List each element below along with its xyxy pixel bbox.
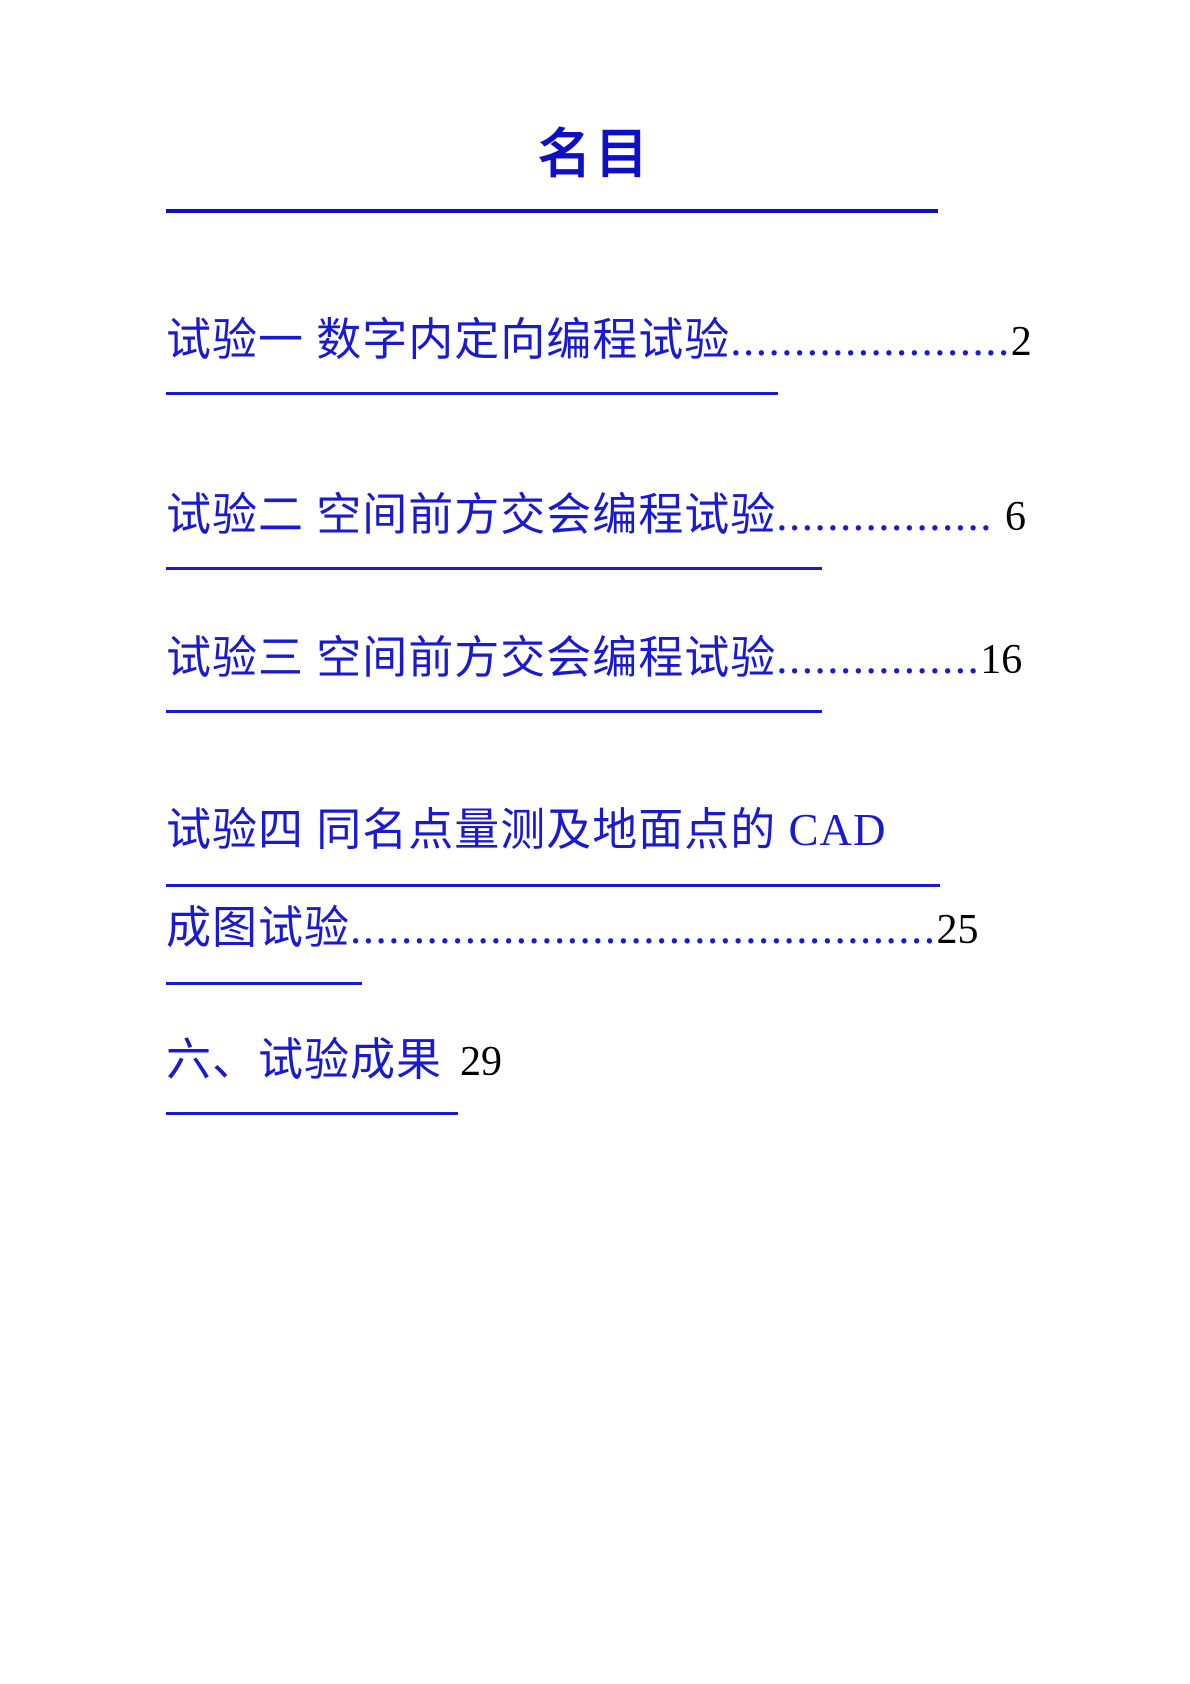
toc-entry-3-leader: ................ (776, 633, 981, 683)
toc-entry-5-label: 六、试验成果 (166, 1035, 443, 1085)
toc-entry-4[interactable]: 试验四 同名点量测及地面点的 CAD 成图试验.................… (166, 800, 1090, 985)
toc-entry-4-page: 25 (936, 907, 979, 953)
toc-entry-1-leader: ...................... (730, 315, 1011, 365)
title-underline-rule (166, 209, 938, 213)
toc-entry-4-label-line1: 试验四 同名点量测及地面点的 CAD (166, 805, 887, 855)
toc-entry-4-line-1[interactable]: 试验四 同名点量测及地面点的 CAD (166, 800, 1090, 860)
toc-entry-5-page: 29 (460, 1039, 503, 1085)
toc-entry-4-line-2[interactable]: 成图试验....................................… (166, 898, 1090, 960)
toc-entry-2-leader: ................. (776, 490, 994, 540)
toc-entry-3-page: 16 (980, 637, 1023, 683)
toc-entry-1-label: 试验一 数字内定向编程试验 (166, 315, 731, 365)
toc-entry-2-page: 6 (1005, 494, 1027, 540)
toc-entry-3-label: 试验三 空间前方交会编程试验 (166, 633, 777, 683)
toc-entry-2-label: 试验二 空间前方交会编程试验 (166, 490, 777, 540)
toc-entry-1-page: 2 (1010, 319, 1032, 365)
toc-entry-4-leader: ........................................… (350, 903, 937, 953)
toc-entry-5-line[interactable]: 六、试验成果 29 (166, 1030, 1090, 1092)
toc-entry-4-underline-2 (166, 982, 362, 985)
toc-entry-1-line[interactable]: 试验一 数字内定向编程试验......................2 (166, 310, 1090, 372)
toc-entry-2[interactable]: 试验二 空间前方交会编程试验................. 6 (166, 485, 1090, 570)
toc-entry-1[interactable]: 试验一 数字内定向编程试验......................2 (166, 310, 1090, 395)
toc-entry-3-underline (166, 710, 822, 713)
toc-entry-1-underline (166, 392, 778, 395)
toc-entry-5-underline (166, 1112, 458, 1115)
toc-entry-4-underline-1 (166, 884, 940, 887)
toc-entry-5[interactable]: 六、试验成果 29 (166, 1030, 1090, 1115)
toc-entry-3-line[interactable]: 试验三 空间前方交会编程试验................16 (166, 628, 1090, 690)
toc-entry-4-label-line2: 成图试验 (166, 903, 351, 953)
toc-entry-2-line[interactable]: 试验二 空间前方交会编程试验................. 6 (166, 485, 1090, 547)
page-title: 名目 (538, 126, 652, 184)
toc-entry-2-underline (166, 567, 822, 570)
document-page: 名目 试验一 数字内定向编程试验......................2 … (0, 0, 1190, 1684)
toc-entry-3[interactable]: 试验三 空间前方交会编程试验................16 (166, 628, 1090, 713)
